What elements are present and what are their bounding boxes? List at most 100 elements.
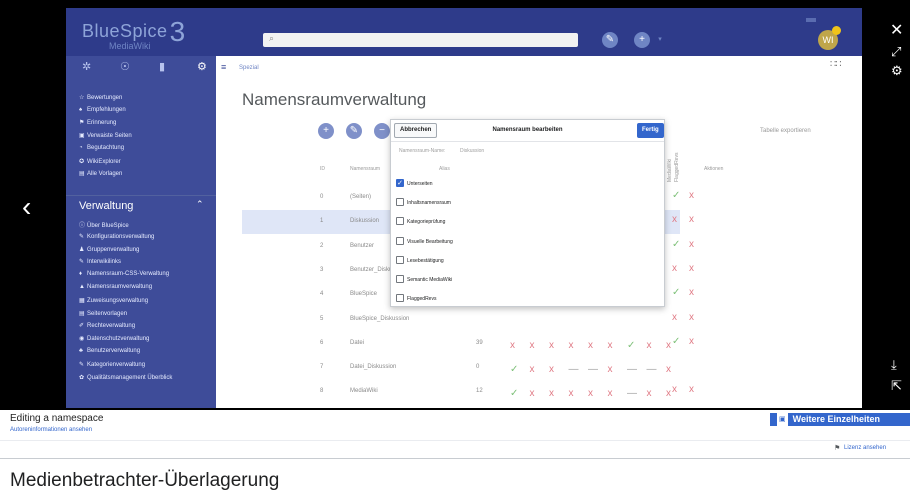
sidebar-item[interactable]: ◔ Begutachtung <box>79 145 124 151</box>
cell-flag: x <box>689 190 694 201</box>
author-info-link[interactable]: Autoreninformationen ansehen <box>10 427 92 433</box>
chevron-left-icon[interactable]: ‹ <box>22 193 31 221</box>
option-checkbox[interactable] <box>396 255 404 264</box>
cell-flag: x <box>549 388 554 400</box>
cell-flag: x <box>588 339 593 351</box>
menu-icon[interactable]: ≡ <box>221 62 226 72</box>
option-checkbox[interactable] <box>396 275 404 283</box>
sidebar-item[interactable]: ✿ Qualitätsmanagement Überblick <box>79 374 172 381</box>
fullscreen-icon[interactable]: ⤢ <box>891 44 901 60</box>
table-row[interactable]: 7 Datei_Diskussion 0 ✓ x x — — x — — x <box>242 356 680 380</box>
done-button[interactable]: Fertig <box>637 123 664 138</box>
edit-namespace-button[interactable]: ✎ <box>346 123 362 139</box>
option-label[interactable]: Lesebestätigung <box>407 258 444 264</box>
table-row[interactable]: 5 BlueSpice_Diskussion <box>242 308 680 332</box>
namespace-name-field[interactable]: Diskussion <box>460 148 484 154</box>
sidebar-item[interactable]: ♦ Namensraum-CSS-Verwaltung <box>79 271 169 277</box>
apps-grid-icon[interactable]: ∷∷ <box>830 59 842 70</box>
option-label[interactable]: Semantic MediaWiki <box>407 277 452 283</box>
file-icon: ▣ <box>777 413 788 426</box>
column-header-namespace[interactable]: Namensraum <box>350 166 380 172</box>
sidebar-item[interactable]: ◉ Datenschutzverwaltung <box>79 335 149 342</box>
trash-icon[interactable]: ▮ <box>159 60 165 73</box>
sidebar-item[interactable]: ▲ Namensraumverwaltung <box>79 284 152 290</box>
sidebar-item-icon: ⓘ <box>79 223 86 229</box>
sidebar-item[interactable]: ▤ Seitenvorlagen <box>79 310 127 317</box>
breadcrumb[interactable]: Spezial <box>239 65 259 71</box>
option-checkbox[interactable] <box>396 294 404 303</box>
cell-id: 1 <box>320 218 324 225</box>
cell-flag: x <box>666 339 671 351</box>
sidebar-item-label: Seitenvorlagen <box>87 310 128 317</box>
search-icon: ⌕ <box>269 33 275 43</box>
sidebar-item-icon: ✎ <box>79 233 85 240</box>
sidebar-item[interactable]: ☆ Bewertungen <box>79 94 122 101</box>
close-icon[interactable]: ✕ <box>890 20 903 40</box>
table-row[interactable]: 6 Datei 39 x x x x x x ✓ x x <box>242 332 680 356</box>
gear-icon[interactable]: ⚙ <box>891 63 903 79</box>
option-checkbox[interactable] <box>396 236 404 245</box>
column-header-mediawiki[interactable]: MediaWiki <box>667 159 673 182</box>
option-checkbox[interactable] <box>396 198 404 207</box>
sidebar-item[interactable]: ✐ Rechteverwaltung <box>79 322 135 329</box>
sidebar-item[interactable]: ♣ Benutzerverwaltung <box>79 348 140 354</box>
sidebar: ✲ ☉ ▮ ⚙ ☆ Bewertungen ♠ Empfehlungen ⚑ Erinne… <box>66 56 216 408</box>
cell-flag: — <box>588 364 598 376</box>
search-input[interactable]: ⌕ <box>263 33 578 47</box>
option-label[interactable]: Inhaltsnamensraum <box>407 200 451 206</box>
cell-id: 2 <box>320 242 324 249</box>
column-header-id[interactable]: ID <box>320 166 325 172</box>
cancel-button[interactable]: Abbrechen <box>394 123 438 138</box>
option-label[interactable]: Visuelle Bearbeitung <box>407 239 453 245</box>
sidebar-item[interactable]: ✎ Kategorienverwaltung <box>79 361 145 368</box>
cell-id: 3 <box>320 266 324 273</box>
option-checkbox[interactable] <box>396 217 404 226</box>
sidebar-item-label: Begutachtung <box>87 144 125 151</box>
sidebar-item[interactable]: ▣ Verwaiste Seiten <box>79 132 132 139</box>
divider <box>0 440 910 441</box>
cell-pages: 0 <box>476 364 480 371</box>
notification-dot <box>832 26 841 35</box>
sidebar-item[interactable]: ♟ Gruppenverwaltung <box>79 246 139 253</box>
table-row[interactable]: 8 MediaWiki 12 ✓ x x x x x — x x <box>242 380 680 404</box>
sidebar-section-title[interactable]: Verwaltung <box>79 200 133 212</box>
license-link[interactable]: Lizenz ansehen <box>844 445 886 451</box>
add-namespace-button[interactable]: + <box>318 123 334 139</box>
plus-icon[interactable]: + <box>634 32 650 48</box>
more-details-button[interactable]: ▣ Weitere Einzelheiten <box>770 413 910 426</box>
sidebar-item[interactable]: ⓘ Über BlueSpice <box>79 220 129 229</box>
sidebar-item[interactable]: ✪ WikiExplorer <box>79 158 121 165</box>
sidebar-item-label: Empfehlungen <box>87 106 126 113</box>
chevron-down-icon[interactable]: ▾ <box>652 32 668 48</box>
sidebar-item-label: Namensraumverwaltung <box>87 284 153 290</box>
sidebar-item[interactable]: ▦ Zuweisungsverwaltung <box>79 297 148 304</box>
alias-field[interactable]: Alias <box>439 166 450 172</box>
share-icon[interactable]: ⇱ <box>891 378 902 394</box>
sidebar-item[interactable]: ✎ Konfigurationsverwaltung <box>79 233 154 240</box>
column-header-flaggedrevs[interactable]: FlaggedRevs <box>674 153 680 182</box>
export-table-button[interactable]: Tabelle exportieren <box>760 128 811 134</box>
cell-id: 7 <box>320 364 324 371</box>
option-label[interactable]: Unterseiten <box>407 181 433 187</box>
sidebar-item[interactable]: ⚑ Erinnerung <box>79 119 116 126</box>
sidebar-item-icon: ⚑ <box>79 120 85 127</box>
option-label[interactable]: Kategorieprüfung <box>407 219 445 225</box>
edit-icon[interactable]: ✎ <box>602 32 618 48</box>
sidebar-item[interactable]: ✎ Interwikilinks <box>79 258 121 265</box>
bulb-icon[interactable]: ☉ <box>120 60 130 73</box>
option-checkbox[interactable]: ✓ <box>396 179 404 187</box>
cell-flag: x <box>689 335 694 347</box>
sidebar-item[interactable]: ♠ Empfehlungen <box>79 107 126 113</box>
sidebar-item-icon: ♠ <box>79 106 83 113</box>
pin-icon[interactable]: ✲ <box>82 60 91 73</box>
table-row[interactable]: 9MediaWiki_Diskussion0✓xx——x——x <box>242 405 680 408</box>
download-icon[interactable]: ⤓ <box>891 357 897 373</box>
sidebar-item[interactable]: ▤ Alle Vorlagen <box>79 170 122 177</box>
cell-flag: — <box>568 364 579 376</box>
chevron-up-icon[interactable]: ⌃ <box>196 199 204 210</box>
divider <box>0 458 910 459</box>
gear-icon[interactable]: ⚙ <box>197 60 207 73</box>
delete-namespace-button[interactable]: − <box>374 123 390 139</box>
image-caption: Editing a namespace <box>10 413 104 424</box>
option-label[interactable]: FlaggedRevs <box>407 296 436 302</box>
